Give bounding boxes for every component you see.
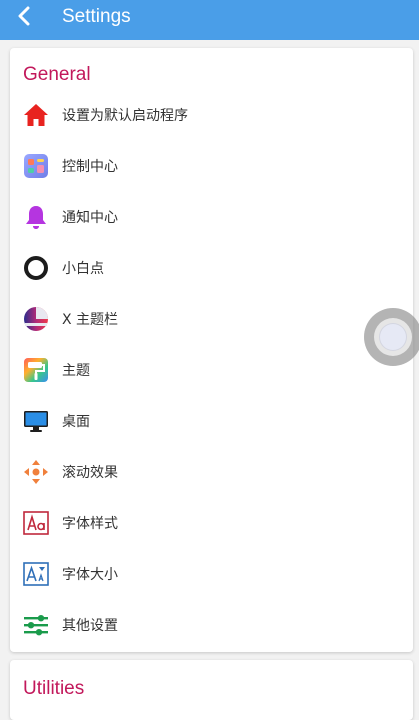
list-item-font-style[interactable]: 字体样式 — [10, 497, 413, 548]
list-item-assistive-dot[interactable]: 小白点 — [10, 242, 413, 293]
item-label: X 主题栏 — [62, 311, 119, 328]
home-icon — [22, 101, 50, 129]
item-label: 字体大小 — [62, 566, 118, 583]
item-label: 桌面 — [62, 413, 90, 430]
list-item-x-theme-bar[interactable]: X 主题栏 — [10, 293, 413, 344]
monitor-icon — [22, 407, 50, 435]
list-item-scroll-effect[interactable]: 滚动效果 — [10, 446, 413, 497]
item-label: 控制中心 — [62, 158, 118, 175]
list-item-desktop[interactable]: 桌面 — [10, 395, 413, 446]
bell-icon — [22, 203, 50, 231]
list-item-notification-center[interactable]: 通知中心 — [10, 191, 413, 242]
item-label: 小白点 — [62, 260, 104, 277]
list-item-font-size[interactable]: 字体大小 — [10, 548, 413, 599]
control-center-icon — [22, 152, 50, 180]
move-arrows-icon — [22, 458, 50, 486]
item-label: 设置为默认启动程序 — [62, 107, 188, 124]
back-button[interactable] — [0, 0, 48, 40]
list-item-control-center[interactable]: 控制中心 — [10, 140, 413, 191]
general-card: General 设置为默认启动程序 控制中心 通知中心 小白点 X 主题栏 主题… — [10, 48, 413, 652]
font-size-icon — [22, 560, 50, 588]
general-section-title: General — [23, 64, 91, 85]
list-item-other-settings[interactable]: 其他设置 — [10, 599, 413, 650]
list-item-default-launcher[interactable]: 设置为默认启动程序 — [10, 89, 413, 140]
assistive-touch-core — [379, 323, 407, 351]
list-item-theme[interactable]: 主题 — [10, 344, 413, 395]
item-label: 滚动效果 — [62, 464, 118, 481]
page-title: Settings — [62, 6, 131, 27]
utilities-section-title: Utilities — [23, 678, 85, 699]
app-bar: Settings — [0, 0, 419, 40]
chevron-left-icon — [18, 6, 30, 26]
sliders-icon — [22, 611, 50, 639]
font-style-icon — [22, 509, 50, 537]
item-label: 字体样式 — [62, 515, 118, 532]
paint-roller-icon — [22, 356, 50, 384]
half-circle-icon — [22, 305, 50, 333]
assistive-touch-button[interactable] — [364, 308, 419, 366]
assistive-touch-ring — [374, 318, 412, 356]
item-label: 其他设置 — [62, 617, 118, 634]
utilities-card: Utilities — [10, 660, 413, 720]
ring-icon — [22, 254, 50, 282]
item-label: 主题 — [62, 362, 90, 379]
item-label: 通知中心 — [62, 209, 118, 226]
